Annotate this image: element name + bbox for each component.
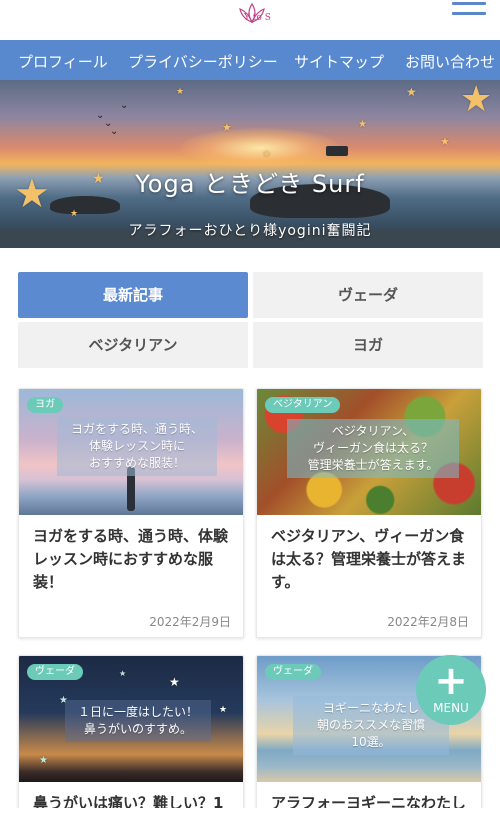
article-card[interactable]: ベジタリアン、 ヴィーガン食は太る？ 管理栄養士が答えます。 ベジタリアン ベジ… bbox=[256, 388, 482, 638]
tab-veda[interactable]: ヴェーダ bbox=[253, 272, 483, 318]
hero-sunset-glow bbox=[180, 128, 340, 168]
thumbnail-caption: ヨガをする時、通う時、 体験レッスン時に おすすめな服装！ bbox=[57, 417, 217, 476]
logo-text: Y to S bbox=[244, 13, 271, 23]
bottom-edge bbox=[0, 808, 500, 819]
site-title[interactable]: Yoga ときどき Surf bbox=[0, 164, 500, 199]
article-card[interactable]: ヨガをする時、通う時、 体験レッスン時に おすすめな服装！ ヨガ ヨガをする時、… bbox=[18, 388, 244, 638]
global-nav: プロフィール プライバシーポリシー サイトマップ お問い合わせ bbox=[0, 40, 500, 80]
star-icon: ★ bbox=[406, 85, 417, 99]
star-icon: ★ bbox=[219, 705, 228, 715]
category-badge[interactable]: ヴェーダ bbox=[265, 664, 321, 680]
category-badge[interactable]: ヴェーダ bbox=[27, 664, 83, 680]
thumbnail-caption: １日に一度はしたい！ 鼻うがいのすすめ。 bbox=[65, 700, 211, 742]
category-badge[interactable]: ヨガ bbox=[27, 397, 63, 413]
hero-island bbox=[326, 146, 348, 156]
plus-icon: + bbox=[434, 658, 468, 704]
article-thumbnail[interactable]: ★ ★ ★ ★ ★ １日に一度はしたい！ 鼻うがいのすすめ。 ヴェーダ bbox=[19, 656, 243, 782]
star-icon: ★ bbox=[119, 669, 127, 678]
site-header: Y to S bbox=[0, 0, 500, 40]
tab-latest[interactable]: 最新記事 bbox=[18, 272, 248, 318]
thumbnail-caption: ベジタリアン、 ヴィーガン食は太る？ 管理栄養士が答えます。 bbox=[287, 419, 459, 478]
star-icon: ★ bbox=[358, 119, 367, 130]
bird-icon: ⌄ bbox=[120, 100, 129, 111]
fab-label: MENU bbox=[433, 701, 469, 715]
star-icon: ★ bbox=[262, 149, 271, 160]
star-icon: ★ bbox=[440, 135, 450, 148]
article-date: 2022年2月9日 bbox=[149, 615, 231, 629]
floating-menu-button[interactable]: + MENU bbox=[416, 655, 486, 725]
article-title[interactable]: ヨガをする時、通う時、体験レッスン時におすすめな服装！ bbox=[33, 525, 233, 594]
article-card[interactable]: ★ ★ ★ ★ ★ １日に一度はしたい！ 鼻うがいのすすめ。 ヴェーダ 鼻うがい… bbox=[18, 655, 244, 819]
category-badge[interactable]: ベジタリアン bbox=[265, 397, 341, 413]
article-thumbnail[interactable]: ベジタリアン、 ヴィーガン食は太る？ 管理栄養士が答えます。 ベジタリアン bbox=[257, 389, 481, 515]
nav-item-sitemap[interactable]: サイトマップ bbox=[294, 51, 384, 72]
bird-icon: ⌄ bbox=[110, 126, 119, 137]
tab-vegetarian[interactable]: ベジタリアン bbox=[18, 322, 248, 368]
star-icon: ★ bbox=[460, 80, 493, 120]
hero-banner[interactable]: ⌄ ⌄ ⌄ ⌄ ★ ★ ★ ★ ★ ★ ★ ★ ★ ★ Yoga ときどき Su… bbox=[0, 80, 500, 248]
site-subtitle: アラフォーおひとり様yogini奮闘記 bbox=[128, 223, 372, 239]
nav-item-contact[interactable]: お問い合わせ bbox=[405, 51, 495, 72]
star-icon: ★ bbox=[39, 755, 48, 766]
nav-item-profile[interactable]: プロフィール bbox=[18, 51, 108, 72]
star-icon: ★ bbox=[222, 121, 232, 134]
star-icon: ★ bbox=[169, 675, 180, 689]
article-title[interactable]: ベジタリアン、ヴィーガン食は太る？管理栄養士が答えます。 bbox=[271, 525, 476, 594]
article-date: 2022年2月8日 bbox=[387, 615, 469, 629]
star-icon: ★ bbox=[70, 209, 79, 219]
hamburger-icon[interactable] bbox=[452, 2, 488, 20]
nav-item-privacy-policy[interactable]: プライバシーポリシー bbox=[128, 51, 278, 72]
tab-yoga[interactable]: ヨガ bbox=[253, 322, 483, 368]
star-icon: ★ bbox=[176, 87, 185, 97]
article-thumbnail[interactable]: ヨガをする時、通う時、 体験レッスン時に おすすめな服装！ ヨガ bbox=[19, 389, 243, 515]
